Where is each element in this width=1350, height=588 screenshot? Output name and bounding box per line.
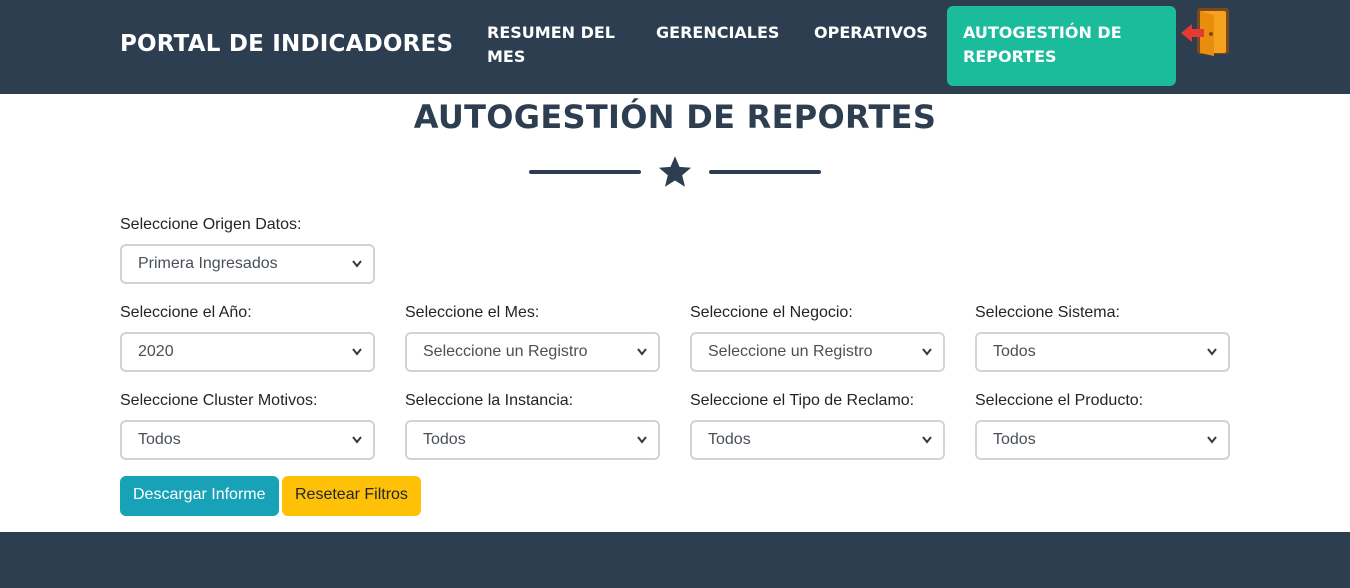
nav-label-line1: RESUMEN DEL [487, 23, 615, 42]
tipo-reclamo-label: Seleccione el Tipo de Reclamo: [690, 392, 915, 409]
anio-label: Seleccione el Año: [120, 304, 252, 321]
negocio-label: Seleccione el Negocio: [690, 304, 853, 321]
chevron-down-icon [637, 348, 647, 356]
chevron-down-icon [352, 260, 362, 268]
exit-door-icon[interactable] [1180, 6, 1234, 58]
cluster-label: Seleccione Cluster Motivos: [120, 392, 318, 409]
chevron-down-icon [922, 348, 932, 356]
select-value: Todos [423, 431, 466, 448]
main-content: AUTOGESTIÓN DE REPORTES Seleccione Orige… [0, 94, 1350, 532]
origen-datos-label: Seleccione Origen Datos: [120, 216, 302, 233]
origen-datos-select[interactable]: Primera Ingresados [120, 244, 375, 284]
instancia-label: Seleccione la Instancia: [405, 392, 574, 409]
chevron-down-icon [637, 436, 647, 444]
select-value: Todos [993, 343, 1036, 360]
select-value: 2020 [138, 343, 174, 360]
negocio-select[interactable]: Seleccione un Registro [690, 332, 945, 372]
select-value: Todos [993, 431, 1036, 448]
divider-line-left [529, 170, 641, 174]
chevron-down-icon [352, 436, 362, 444]
footer [0, 532, 1350, 588]
mes-label: Seleccione el Mes: [405, 304, 540, 321]
brand-title[interactable]: PORTAL DE INDICADORES [120, 31, 453, 57]
nav-label: GERENCIALES [656, 23, 780, 42]
chevron-down-icon [922, 436, 932, 444]
select-value: Primera Ingresados [138, 255, 278, 272]
nav-label-line2: REPORTES [963, 47, 1057, 66]
sistema-label: Seleccione Sistema: [975, 304, 1120, 321]
mes-select[interactable]: Seleccione un Registro [405, 332, 660, 372]
select-value: Todos [708, 431, 751, 448]
select-value: Seleccione un Registro [423, 343, 588, 360]
producto-label: Seleccione el Producto: [975, 392, 1144, 409]
select-value: Seleccione un Registro [708, 343, 873, 360]
select-value: Todos [138, 431, 181, 448]
nav-item-resumen-del-mes[interactable]: RESUMEN DEL MES [471, 6, 631, 86]
nav-label-line2: MES [487, 47, 526, 66]
sistema-select[interactable]: Todos [975, 332, 1230, 372]
star-icon [657, 154, 693, 190]
page-title: AUTOGESTIÓN DE REPORTES [413, 98, 937, 136]
nav-item-operativos[interactable]: OPERATIVOS [798, 6, 938, 86]
tipo-reclamo-select[interactable]: Todos [690, 420, 945, 460]
divider-line-right [709, 170, 821, 174]
producto-select[interactable]: Todos [975, 420, 1230, 460]
cluster-select[interactable]: Todos [120, 420, 375, 460]
chevron-down-icon [1207, 436, 1217, 444]
chevron-down-icon [352, 348, 362, 356]
nav-item-gerenciales[interactable]: GERENCIALES [640, 6, 790, 86]
nav-label: OPERATIVOS [814, 23, 928, 42]
top-navbar: PORTAL DE INDICADORES RESUMEN DEL MES GE… [0, 0, 1350, 94]
anio-select[interactable]: 2020 [120, 332, 375, 372]
nav-label-line1: AUTOGESTIÓN DE [963, 23, 1122, 42]
nav-item-autogestion-de-reportes[interactable]: AUTOGESTIÓN DE REPORTES [947, 6, 1176, 86]
instancia-select[interactable]: Todos [405, 420, 660, 460]
download-report-button[interactable]: Descargar Informe [120, 476, 279, 516]
reset-filters-button[interactable]: Resetear Filtros [282, 476, 421, 516]
chevron-down-icon [1207, 348, 1217, 356]
